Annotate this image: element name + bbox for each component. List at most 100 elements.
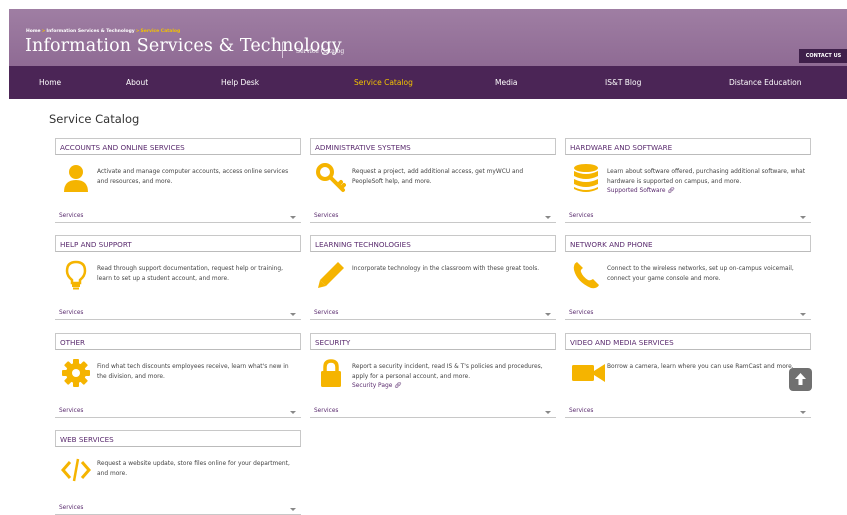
- database-icon: [574, 164, 598, 192]
- catalog-card-administrative: ADMINISTRATIVE SYSTEMS Request a project…: [310, 138, 556, 224]
- chevron-down-icon: [800, 216, 806, 219]
- services-label: Services: [314, 408, 339, 414]
- nav-item-service-catalog[interactable]: Service Catalog: [354, 66, 413, 99]
- breadcrumb-separator: >: [135, 29, 140, 34]
- services-label: Services: [314, 310, 339, 316]
- services-dropdown[interactable]: Services: [310, 405, 556, 418]
- nav-item-home[interactable]: Home: [39, 66, 61, 99]
- nav-item-ist-blog[interactable]: IS&T Blog: [605, 66, 641, 99]
- security-page-link[interactable]: Security Page 🔗︎: [352, 382, 552, 392]
- card-title: NETWORK AND PHONE: [570, 240, 653, 249]
- user-icon: [64, 165, 88, 192]
- supported-software-link[interactable]: Supported Software 🔗︎: [607, 187, 807, 197]
- card-description: Find what tech discounts employees recei…: [97, 364, 289, 380]
- catalog-card-web: WEB SERVICES Request a website update, s…: [55, 430, 301, 515]
- services-dropdown[interactable]: Services: [565, 405, 811, 418]
- services-dropdown[interactable]: Services: [310, 307, 556, 320]
- page-title: Service Catalog: [49, 112, 140, 126]
- services-label: Services: [569, 213, 594, 219]
- catalog-card-other: OTHER Find what tech discounts employees…: [55, 333, 301, 419]
- chevron-down-icon: [545, 313, 551, 316]
- card-header[interactable]: SECURITY: [310, 333, 556, 350]
- nav-item-distance-education[interactable]: Distance Education: [729, 66, 802, 99]
- main-nav: Home About Help Desk Service Catalog Med…: [9, 66, 847, 99]
- title-divider: [282, 42, 283, 58]
- card-header[interactable]: LEARNING TECHNOLOGIES: [310, 235, 556, 252]
- code-icon: [61, 458, 91, 482]
- chevron-down-icon: [290, 411, 296, 414]
- services-label: Services: [59, 505, 84, 511]
- card-description: Incorporate technology in the classroom …: [352, 266, 540, 272]
- services-label: Services: [59, 408, 84, 414]
- services-dropdown[interactable]: Services: [55, 307, 301, 320]
- services-label: Services: [569, 310, 594, 316]
- key-icon: [316, 163, 346, 192]
- services-dropdown[interactable]: Services: [565, 210, 811, 223]
- catalog-card-learning: LEARNING TECHNOLOGIES Incorporate techno…: [310, 235, 556, 321]
- card-title: ADMINISTRATIVE SYSTEMS: [315, 143, 411, 152]
- card-header[interactable]: VIDEO AND MEDIA SERVICES: [565, 333, 811, 350]
- site-header: Home>Information Services & Technology>S…: [9, 9, 847, 66]
- card-description: Request a project, add additional access…: [352, 169, 524, 185]
- services-dropdown[interactable]: Services: [310, 210, 556, 223]
- services-label: Services: [59, 310, 84, 316]
- services-dropdown[interactable]: Services: [565, 307, 811, 320]
- services-dropdown[interactable]: Services: [55, 210, 301, 223]
- nav-item-media[interactable]: Media: [495, 66, 518, 99]
- chevron-down-icon: [545, 216, 551, 219]
- card-header[interactable]: NETWORK AND PHONE: [565, 235, 811, 252]
- card-title: SECURITY: [315, 338, 351, 347]
- card-header[interactable]: WEB SERVICES: [55, 430, 301, 447]
- catalog-card-video: VIDEO AND MEDIA SERVICES Borrow a camera…: [565, 333, 811, 419]
- card-header[interactable]: ADMINISTRATIVE SYSTEMS: [310, 138, 556, 155]
- chevron-down-icon: [290, 508, 296, 511]
- breadcrumb-separator: >: [41, 29, 46, 34]
- chevron-down-icon: [800, 411, 806, 414]
- card-description: Activate and manage computer accounts, a…: [97, 169, 289, 185]
- card-header[interactable]: HARDWARE AND SOFTWARE: [565, 138, 811, 155]
- chevron-down-icon: [800, 313, 806, 316]
- chevron-down-icon: [545, 411, 551, 414]
- contact-us-button[interactable]: CONTACT US: [799, 49, 847, 63]
- card-title: LEARNING TECHNOLOGIES: [315, 240, 411, 249]
- lock-icon: [321, 359, 341, 387]
- card-title: OTHER: [60, 338, 85, 347]
- video-camera-icon: [572, 364, 605, 382]
- card-header[interactable]: ACCOUNTS AND ONLINE SERVICES: [55, 138, 301, 155]
- services-label: Services: [314, 213, 339, 219]
- services-label: Services: [569, 408, 594, 414]
- site-title[interactable]: Information Services & Technology: [25, 36, 342, 56]
- pencil-icon: [318, 262, 344, 288]
- nav-item-about[interactable]: About: [126, 66, 148, 99]
- services-dropdown[interactable]: Services: [55, 405, 301, 418]
- card-title: HELP AND SUPPORT: [60, 240, 132, 249]
- chevron-down-icon: [290, 216, 296, 219]
- card-description: Borrow a camera, learn where you can use…: [607, 364, 794, 370]
- nav-item-help-desk[interactable]: Help Desk: [221, 66, 259, 99]
- chevron-down-icon: [290, 313, 296, 316]
- scroll-to-top-button[interactable]: [789, 368, 812, 391]
- lightbulb-icon: [65, 260, 87, 290]
- site-subtitle: Service Catalog: [296, 48, 345, 55]
- card-title: ACCOUNTS AND ONLINE SERVICES: [60, 143, 185, 152]
- breadcrumb-current: Service Catalog: [140, 29, 181, 34]
- card-header[interactable]: OTHER: [55, 333, 301, 350]
- catalog-card-hardware: HARDWARE AND SOFTWARE Learn about softwa…: [565, 138, 811, 224]
- catalog-card-help: HELP AND SUPPORT Read through support do…: [55, 235, 301, 321]
- phone-icon: [573, 262, 599, 289]
- card-title: HARDWARE AND SOFTWARE: [570, 143, 673, 152]
- card-description: Request a website update, store files on…: [97, 461, 290, 477]
- card-description: Report a security incident, read IS & T'…: [352, 363, 552, 392]
- services-label: Services: [59, 213, 84, 219]
- catalog-card-network: NETWORK AND PHONE Connect to the wireles…: [565, 235, 811, 321]
- breadcrumb-parent[interactable]: Information Services & Technology: [46, 29, 134, 34]
- gear-icon: [62, 359, 90, 387]
- breadcrumb-home[interactable]: Home: [26, 29, 41, 34]
- card-title: WEB SERVICES: [60, 435, 114, 444]
- card-description: Connect to the wireless networks, set up…: [607, 266, 794, 282]
- card-header[interactable]: HELP AND SUPPORT: [55, 235, 301, 252]
- breadcrumb: Home>Information Services & Technology>S…: [26, 29, 180, 34]
- catalog-card-security: SECURITY Report a security incident, rea…: [310, 333, 556, 419]
- services-dropdown[interactable]: Services: [55, 502, 301, 515]
- catalog-card-accounts: ACCOUNTS AND ONLINE SERVICES Activate an…: [55, 138, 301, 224]
